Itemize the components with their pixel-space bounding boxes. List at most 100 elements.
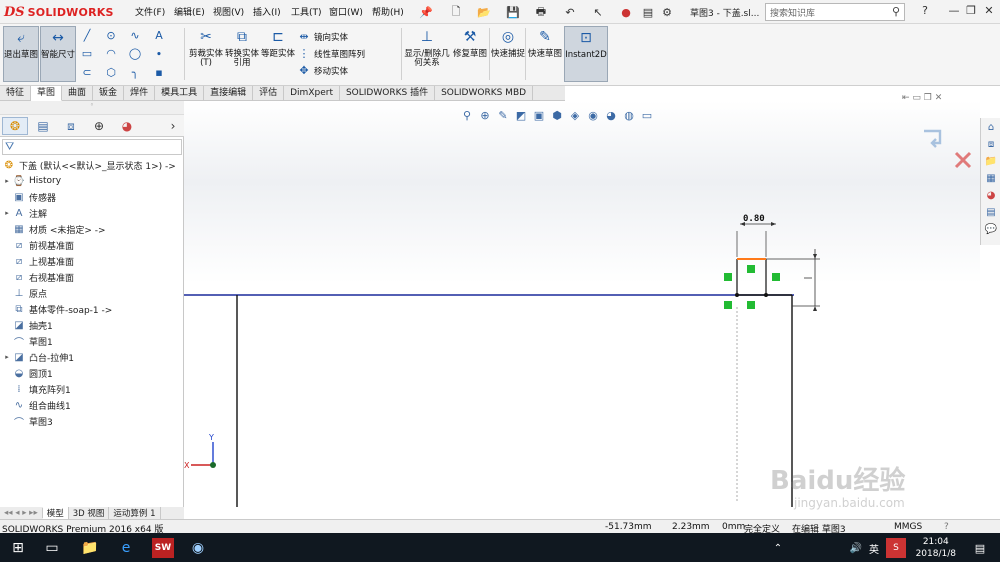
solidworks-logo[interactable]: DS SOLIDWORKS — [4, 3, 114, 21]
dimxpert-manager-tab-icon[interactable]: ⊕ — [86, 117, 112, 135]
circle-tool-icon[interactable]: ⊙ — [104, 28, 118, 42]
sketch-canvas[interactable]: 0.80 Y X — [184, 101, 980, 507]
panel-scroll-right-icon[interactable]: › — [165, 117, 181, 135]
tree-item-annotations[interactable]: ▸ A 注解 — [0, 205, 184, 221]
search-knowledge-base[interactable]: 搜索知识库 ⚲ — [765, 3, 905, 21]
undo-icon[interactable]: ↶ — [562, 4, 578, 20]
menu-file[interactable]: 文件(F) — [135, 5, 165, 18]
coincident-relation-marker[interactable] — [724, 301, 732, 309]
edge-browser-icon[interactable]: e — [116, 538, 136, 558]
search-icon[interactable]: ⚲ — [892, 5, 900, 18]
polygon-tool-icon[interactable]: ⬡ — [104, 65, 118, 79]
tab-motion-study-1[interactable]: 运动算例 1 — [109, 507, 161, 519]
design-library-icon[interactable]: ⧈ — [984, 137, 998, 151]
appearances-scenes-icon[interactable]: ◕ — [984, 188, 998, 202]
tree-filter-input[interactable]: ⛛ — [2, 139, 182, 155]
open-folder-icon[interactable]: 📂 — [476, 4, 492, 20]
tree-item-dome[interactable]: ◒ 圆顶1 — [0, 365, 184, 381]
menu-window[interactable]: 窗口(W) — [329, 5, 363, 18]
dimension-value-080[interactable]: 0.80 — [743, 214, 765, 224]
tree-item-origin[interactable]: ⊥ 原点 — [0, 285, 184, 301]
notification-center-icon[interactable]: ▤ — [970, 538, 990, 558]
tab-solidworks-addins[interactable]: SOLIDWORKS 插件 — [340, 86, 436, 101]
sketch-point-corner[interactable] — [764, 293, 768, 297]
tab-evaluate[interactable]: 评估 — [253, 86, 285, 101]
volume-icon[interactable]: 🔊 — [846, 538, 866, 558]
app-taskbar-icon[interactable]: ◉ — [188, 538, 208, 558]
tab-3d-view[interactable]: 3D 视图 — [69, 507, 110, 519]
tab-weldments[interactable]: 焊件 — [124, 86, 156, 101]
menu-edit[interactable]: 编辑(E) — [174, 5, 205, 18]
vertical-relation-marker-left[interactable] — [724, 273, 732, 281]
help-question-icon[interactable]: ? — [916, 4, 934, 20]
solidworks-resources-home-icon[interactable]: ⌂ — [984, 120, 998, 134]
tree-item-sketch3[interactable]: ⌒ 草图3 — [0, 413, 184, 429]
section-view-icon[interactable]: ◩ — [514, 108, 528, 122]
previous-view-icon[interactable]: ✎ — [496, 108, 510, 122]
close-window-icon[interactable]: ✕ — [980, 4, 998, 20]
quick-tips-icon[interactable]: ? — [944, 522, 949, 532]
tree-item-composite-curve[interactable]: ∿ 组合曲线1 — [0, 397, 184, 413]
view-settings-icon[interactable]: ▭ — [640, 108, 654, 122]
linear-pattern-row[interactable]: ⋮ 线性草图阵列 — [297, 45, 397, 62]
zoom-to-fit-icon[interactable]: ⚲ — [460, 108, 474, 122]
exit-sketch-confirm-icon[interactable] — [924, 129, 942, 148]
arc-tool-icon[interactable]: ◠ — [104, 47, 118, 61]
expand-arrow-icon[interactable]: ▸ — [2, 177, 12, 185]
menu-help[interactable]: 帮助(H) — [372, 5, 404, 18]
print-icon[interactable]: 🖶 — [533, 4, 549, 20]
taskbar-clock[interactable]: 21:04 2018/1/8 — [916, 536, 956, 560]
spline-tool-icon[interactable]: ∿ — [128, 28, 142, 42]
instant2d-button[interactable]: ⊡ Instant2D — [564, 26, 608, 82]
tab-model[interactable]: 模型 — [42, 507, 69, 519]
exit-sketch-button[interactable]: ⤶ 退出草图 — [3, 26, 39, 82]
fillet-tool-icon[interactable]: ╮ — [128, 65, 142, 79]
move-entities-row[interactable]: ✥ 移动实体 — [297, 62, 397, 79]
tree-item-sensors[interactable]: ▣ 传感器 — [0, 189, 184, 205]
rapid-sketch-button[interactable]: ✎ 快速草图 — [527, 26, 563, 82]
tab-surfaces[interactable]: 曲面 — [62, 86, 94, 101]
ellipse-tool-icon[interactable]: ◯ — [128, 47, 142, 61]
property-manager-tab-icon[interactable]: ▤ — [30, 117, 56, 135]
smart-dimension-button[interactable]: ↔ 智能尺寸 — [40, 26, 76, 82]
tree-item-boss-extrude[interactable]: ▸ ◪ 凸台-拉伸1 — [0, 349, 184, 365]
configuration-manager-tab-icon[interactable]: ⧈ — [58, 117, 84, 135]
slot-tool-icon[interactable]: ⊂ — [80, 65, 94, 79]
rectangle-tool-icon[interactable]: ▭ — [80, 47, 94, 61]
zoom-to-area-icon[interactable]: ⊕ — [478, 108, 492, 122]
vertical-relation-marker-right[interactable] — [772, 273, 780, 281]
task-view-icon[interactable]: ▭ — [42, 538, 62, 558]
bottom-tab-nav-arrows[interactable]: ◂◂ ◂ ▸ ▸▸ — [0, 508, 43, 518]
sketch-point-left[interactable] — [735, 293, 739, 297]
display-style-icon[interactable]: ◈ — [568, 108, 582, 122]
options-gear-icon[interactable]: ⚙ — [659, 4, 675, 20]
pin-icon[interactable]: 📌 — [418, 4, 434, 20]
expand-arrow-icon[interactable]: ▸ — [2, 353, 12, 361]
hide-show-items-icon[interactable]: ◉ — [586, 108, 600, 122]
tree-item-fill-pattern[interactable]: ⁞ 填充阵列1 — [0, 381, 184, 397]
quick-snaps-button[interactable]: ◎ 快速捕捉 — [490, 26, 526, 82]
feature-manager-tab-icon[interactable]: ❂ — [2, 117, 28, 135]
tree-item-material[interactable]: ▦ 材质 <未指定> -> — [0, 221, 184, 237]
offset-entities-button[interactable]: ⊏ 等距实体 — [260, 26, 296, 82]
expand-arrow-icon[interactable]: ▸ — [2, 209, 12, 217]
input-method-indicator[interactable]: 英 — [864, 538, 884, 558]
tab-features[interactable]: 特征 — [0, 86, 32, 101]
mirror-entities-row[interactable]: ⇹ 镜向实体 — [297, 28, 397, 45]
tab-solidworks-mbd[interactable]: SOLIDWORKS MBD — [435, 86, 534, 101]
view-palette-icon[interactable]: ▦ — [984, 171, 998, 185]
minimize-window-icon[interactable]: — — [945, 4, 963, 20]
tree-item-history[interactable]: ▸ ⌚ History — [0, 173, 184, 189]
tab-mold-tools[interactable]: 模具工具 — [155, 86, 205, 101]
horizontal-relation-marker[interactable] — [747, 265, 755, 273]
save-icon[interactable]: 💾 — [505, 4, 521, 20]
tree-root-part[interactable]: ❂ 下盖 (默认<<默认>_显示状态 1>) -> — [0, 157, 184, 173]
repair-sketch-button[interactable]: ⚒ 修复草图 — [452, 26, 488, 82]
tab-direct-editing[interactable]: 直接编辑 — [204, 86, 254, 101]
apply-scene-icon[interactable]: ◍ — [622, 108, 636, 122]
plane-tool-icon[interactable]: ▪ — [152, 65, 166, 79]
select-arrow-icon[interactable]: ↖ — [590, 4, 606, 20]
tree-item-base-part[interactable]: ⧉ 基体零件-soap-1 -> — [0, 301, 184, 317]
file-properties-icon[interactable]: ▤ — [640, 4, 656, 20]
rebuild-traffic-light-icon[interactable]: ● — [618, 4, 634, 20]
